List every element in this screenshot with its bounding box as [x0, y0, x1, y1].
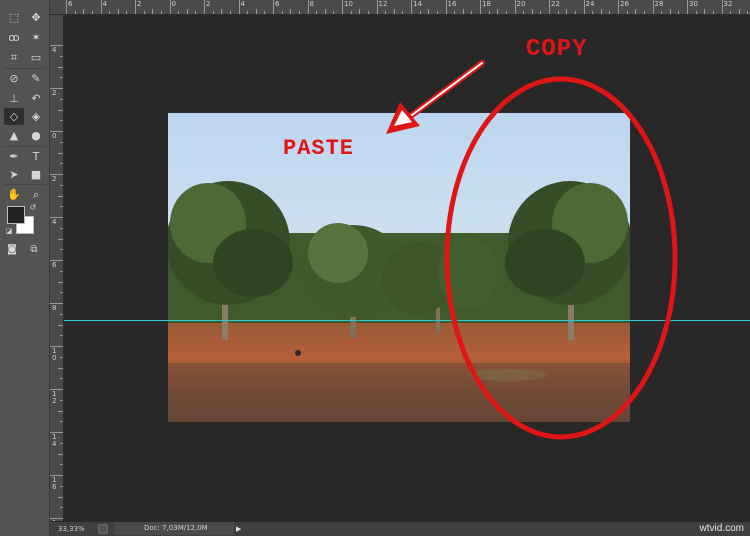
status-menu-icon[interactable] [98, 524, 108, 534]
document-size: Doc: 7,03M/12,0M [114, 522, 234, 535]
status-arrow-icon[interactable]: ▶ [236, 524, 245, 534]
watermark: wtvid.com [699, 523, 744, 534]
photoshop-window: ⬚ ✥ ꝏ ✶ ⌗ ▭ ⊘ ✎ ⊥ ↶ ◇ ◈ ▲ ● ✒ T ➤ ■ ✋ ⌕ … [0, 0, 750, 536]
status-bar: 33,33% Doc: 7,03M/12,0M ▶ wtvid.com [50, 521, 750, 536]
copy-region-ellipse [444, 76, 678, 440]
copy-label: COPY [526, 36, 588, 63]
annotation-overlay [386, 60, 678, 440]
arrow-icon [386, 60, 485, 134]
paste-label: PASTE [283, 136, 355, 161]
zoom-level[interactable]: 33,33% [58, 524, 92, 534]
